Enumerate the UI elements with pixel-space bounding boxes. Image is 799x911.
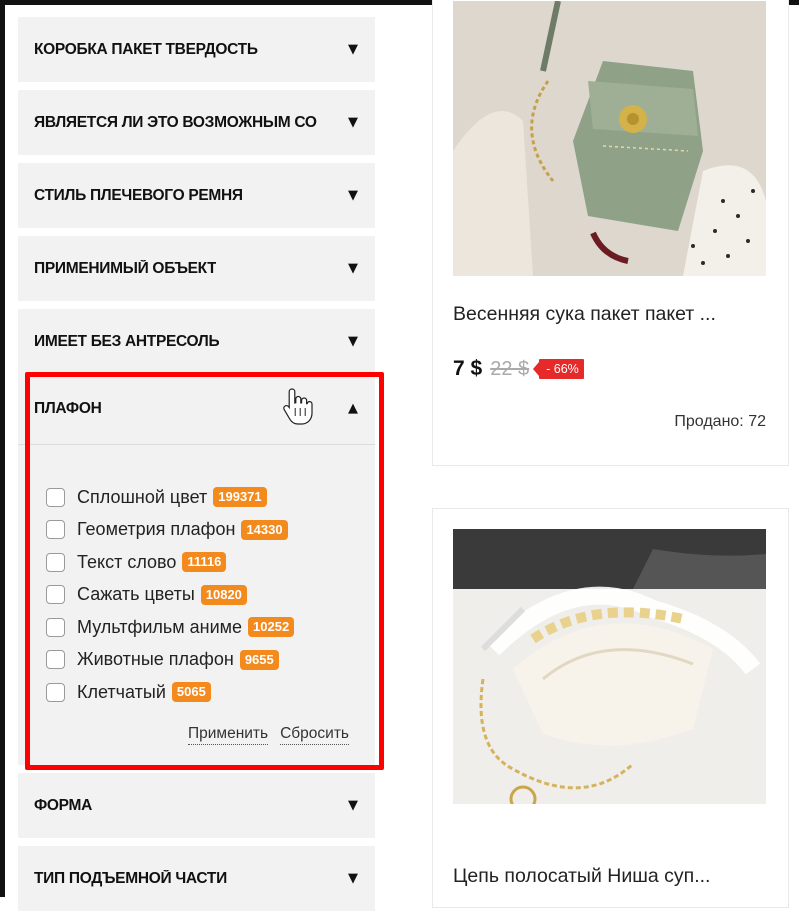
- window-left-border: [0, 0, 5, 897]
- count-badge: 10820: [200, 584, 247, 605]
- count-badge: 14330: [241, 519, 288, 540]
- filter-title: КОРОБКА ПАКЕТ ТВЕРДОСТЬ: [34, 40, 258, 58]
- filter-option[interactable]: Мультфильм аниме 10252: [46, 611, 295, 644]
- chevron-down-icon: ▼: [348, 798, 358, 813]
- checkbox[interactable]: [46, 487, 65, 507]
- discount-badge: - 66%: [539, 359, 584, 379]
- option-label: Сплошной цвет: [77, 486, 208, 507]
- filter-lift-type[interactable]: ТИП ПОДЪЕМНОЙ ЧАСТИ ▼: [18, 846, 375, 911]
- filter-option[interactable]: Животные плафон 9655: [46, 644, 294, 677]
- filter-option[interactable]: Клетчатый 5065: [46, 676, 294, 709]
- checkbox[interactable]: [46, 682, 65, 702]
- green-crossbody-bag-photo: [453, 1, 766, 276]
- chevron-down-icon: ▼: [348, 871, 358, 886]
- product-card[interactable]: Цепь полосатый Ниша суп...: [432, 508, 789, 908]
- filter-title: ФОРМА: [34, 796, 93, 814]
- chevron-down-icon: ▼: [348, 42, 358, 57]
- filter-title: ПРИМЕНИМЫЙ ОБЪЕКТ: [34, 259, 217, 277]
- price-row: 7 $ 22 $ - 66%: [453, 357, 584, 381]
- checkbox[interactable]: [46, 617, 65, 637]
- product-title[interactable]: Весенняя сука пакет пакет ...: [453, 303, 716, 326]
- old-price: 22 $: [490, 357, 530, 380]
- chevron-down-icon: ▼: [348, 115, 358, 130]
- option-label: Текст слово: [77, 551, 177, 572]
- filter-shape[interactable]: ФОРМА ▼: [18, 773, 375, 838]
- checkbox[interactable]: [46, 520, 65, 540]
- count-badge: 5065: [171, 682, 211, 703]
- filter-plafon-header[interactable]: ПЛАФОН ▲: [18, 373, 375, 445]
- chevron-down-icon: ▼: [348, 334, 358, 349]
- checkbox[interactable]: [46, 650, 65, 670]
- product-image[interactable]: [453, 1, 766, 276]
- white-shoulder-bag-photo: [453, 529, 766, 804]
- checkbox[interactable]: [46, 585, 65, 605]
- option-label: Животные плафон: [77, 649, 234, 670]
- option-label: Геометрия плафон: [77, 519, 236, 540]
- reset-button[interactable]: Сбросить: [280, 725, 349, 745]
- filter-is-possible[interactable]: ЯВЛЯЕТСЯ ЛИ ЭТО ВОЗМОЖНЫМ СО ▼: [18, 90, 375, 155]
- hand-cursor-icon: [283, 388, 313, 425]
- chevron-down-icon: ▼: [348, 188, 358, 203]
- count-badge: 11116: [182, 552, 227, 573]
- filter-title: ПЛАФОН: [34, 399, 102, 417]
- filter-strap-style[interactable]: СТИЛЬ ПЛЕЧЕВОГО РЕМНЯ ▼: [18, 163, 375, 228]
- filter-option[interactable]: Геометрия плафон 14330: [46, 514, 294, 547]
- filter-actions: Применить Сбросить: [188, 725, 349, 745]
- filter-title: СТИЛЬ ПЛЕЧЕВОГО РЕМНЯ: [34, 186, 243, 204]
- filter-box-hardness[interactable]: КОРОБКА ПАКЕТ ТВЕРДОСТЬ ▼: [18, 17, 375, 82]
- filter-mezzanine[interactable]: ИМЕЕТ БЕЗ АНТРЕСОЛЬ ▼: [18, 309, 375, 374]
- product-title[interactable]: Цепь полосатый Ниша суп...: [453, 865, 710, 888]
- filter-options-list: Сплошной цвет 199371 Геометрия плафон 14…: [46, 481, 295, 709]
- sold-label: Продано:: [674, 413, 744, 430]
- apply-button[interactable]: Применить: [188, 725, 269, 745]
- chevron-down-icon: ▼: [348, 261, 358, 276]
- filter-title: ИМЕЕТ БЕЗ АНТРЕСОЛЬ: [34, 332, 220, 350]
- option-label: Сажать цветы: [77, 584, 195, 605]
- option-label: Клетчатый: [77, 681, 166, 702]
- filter-option[interactable]: Сажать цветы 10820: [46, 579, 294, 612]
- filter-option[interactable]: Сплошной цвет 199371: [46, 481, 294, 514]
- product-card[interactable]: Весенняя сука пакет пакет ... 7 $ 22 $ -…: [432, 0, 789, 466]
- filter-title: ТИП ПОДЪЕМНОЙ ЧАСТИ: [34, 869, 227, 887]
- sold-value: 72: [748, 413, 766, 430]
- filter-applicable-object[interactable]: ПРИМЕНИМЫЙ ОБЪЕКТ ▼: [18, 236, 375, 301]
- sold-count: Продано: 72: [674, 413, 766, 431]
- checkbox[interactable]: [46, 552, 65, 572]
- count-badge: 10252: [248, 617, 295, 638]
- count-badge: 199371: [213, 487, 267, 508]
- filter-title: ЯВЛЯЕТСЯ ЛИ ЭТО ВОЗМОЖНЫМ СО: [34, 113, 317, 131]
- product-image[interactable]: [453, 529, 766, 804]
- filter-panel-plafon: ПЛАФОН ▲ Сплошной цвет 199371 Геометрия …: [18, 373, 375, 765]
- current-price: 7 $: [453, 357, 483, 380]
- chevron-up-icon: ▲: [348, 401, 358, 416]
- filter-option[interactable]: Текст слово 11116: [46, 546, 294, 579]
- option-label: Мультфильм аниме: [77, 616, 243, 637]
- count-badge: 9655: [239, 649, 279, 670]
